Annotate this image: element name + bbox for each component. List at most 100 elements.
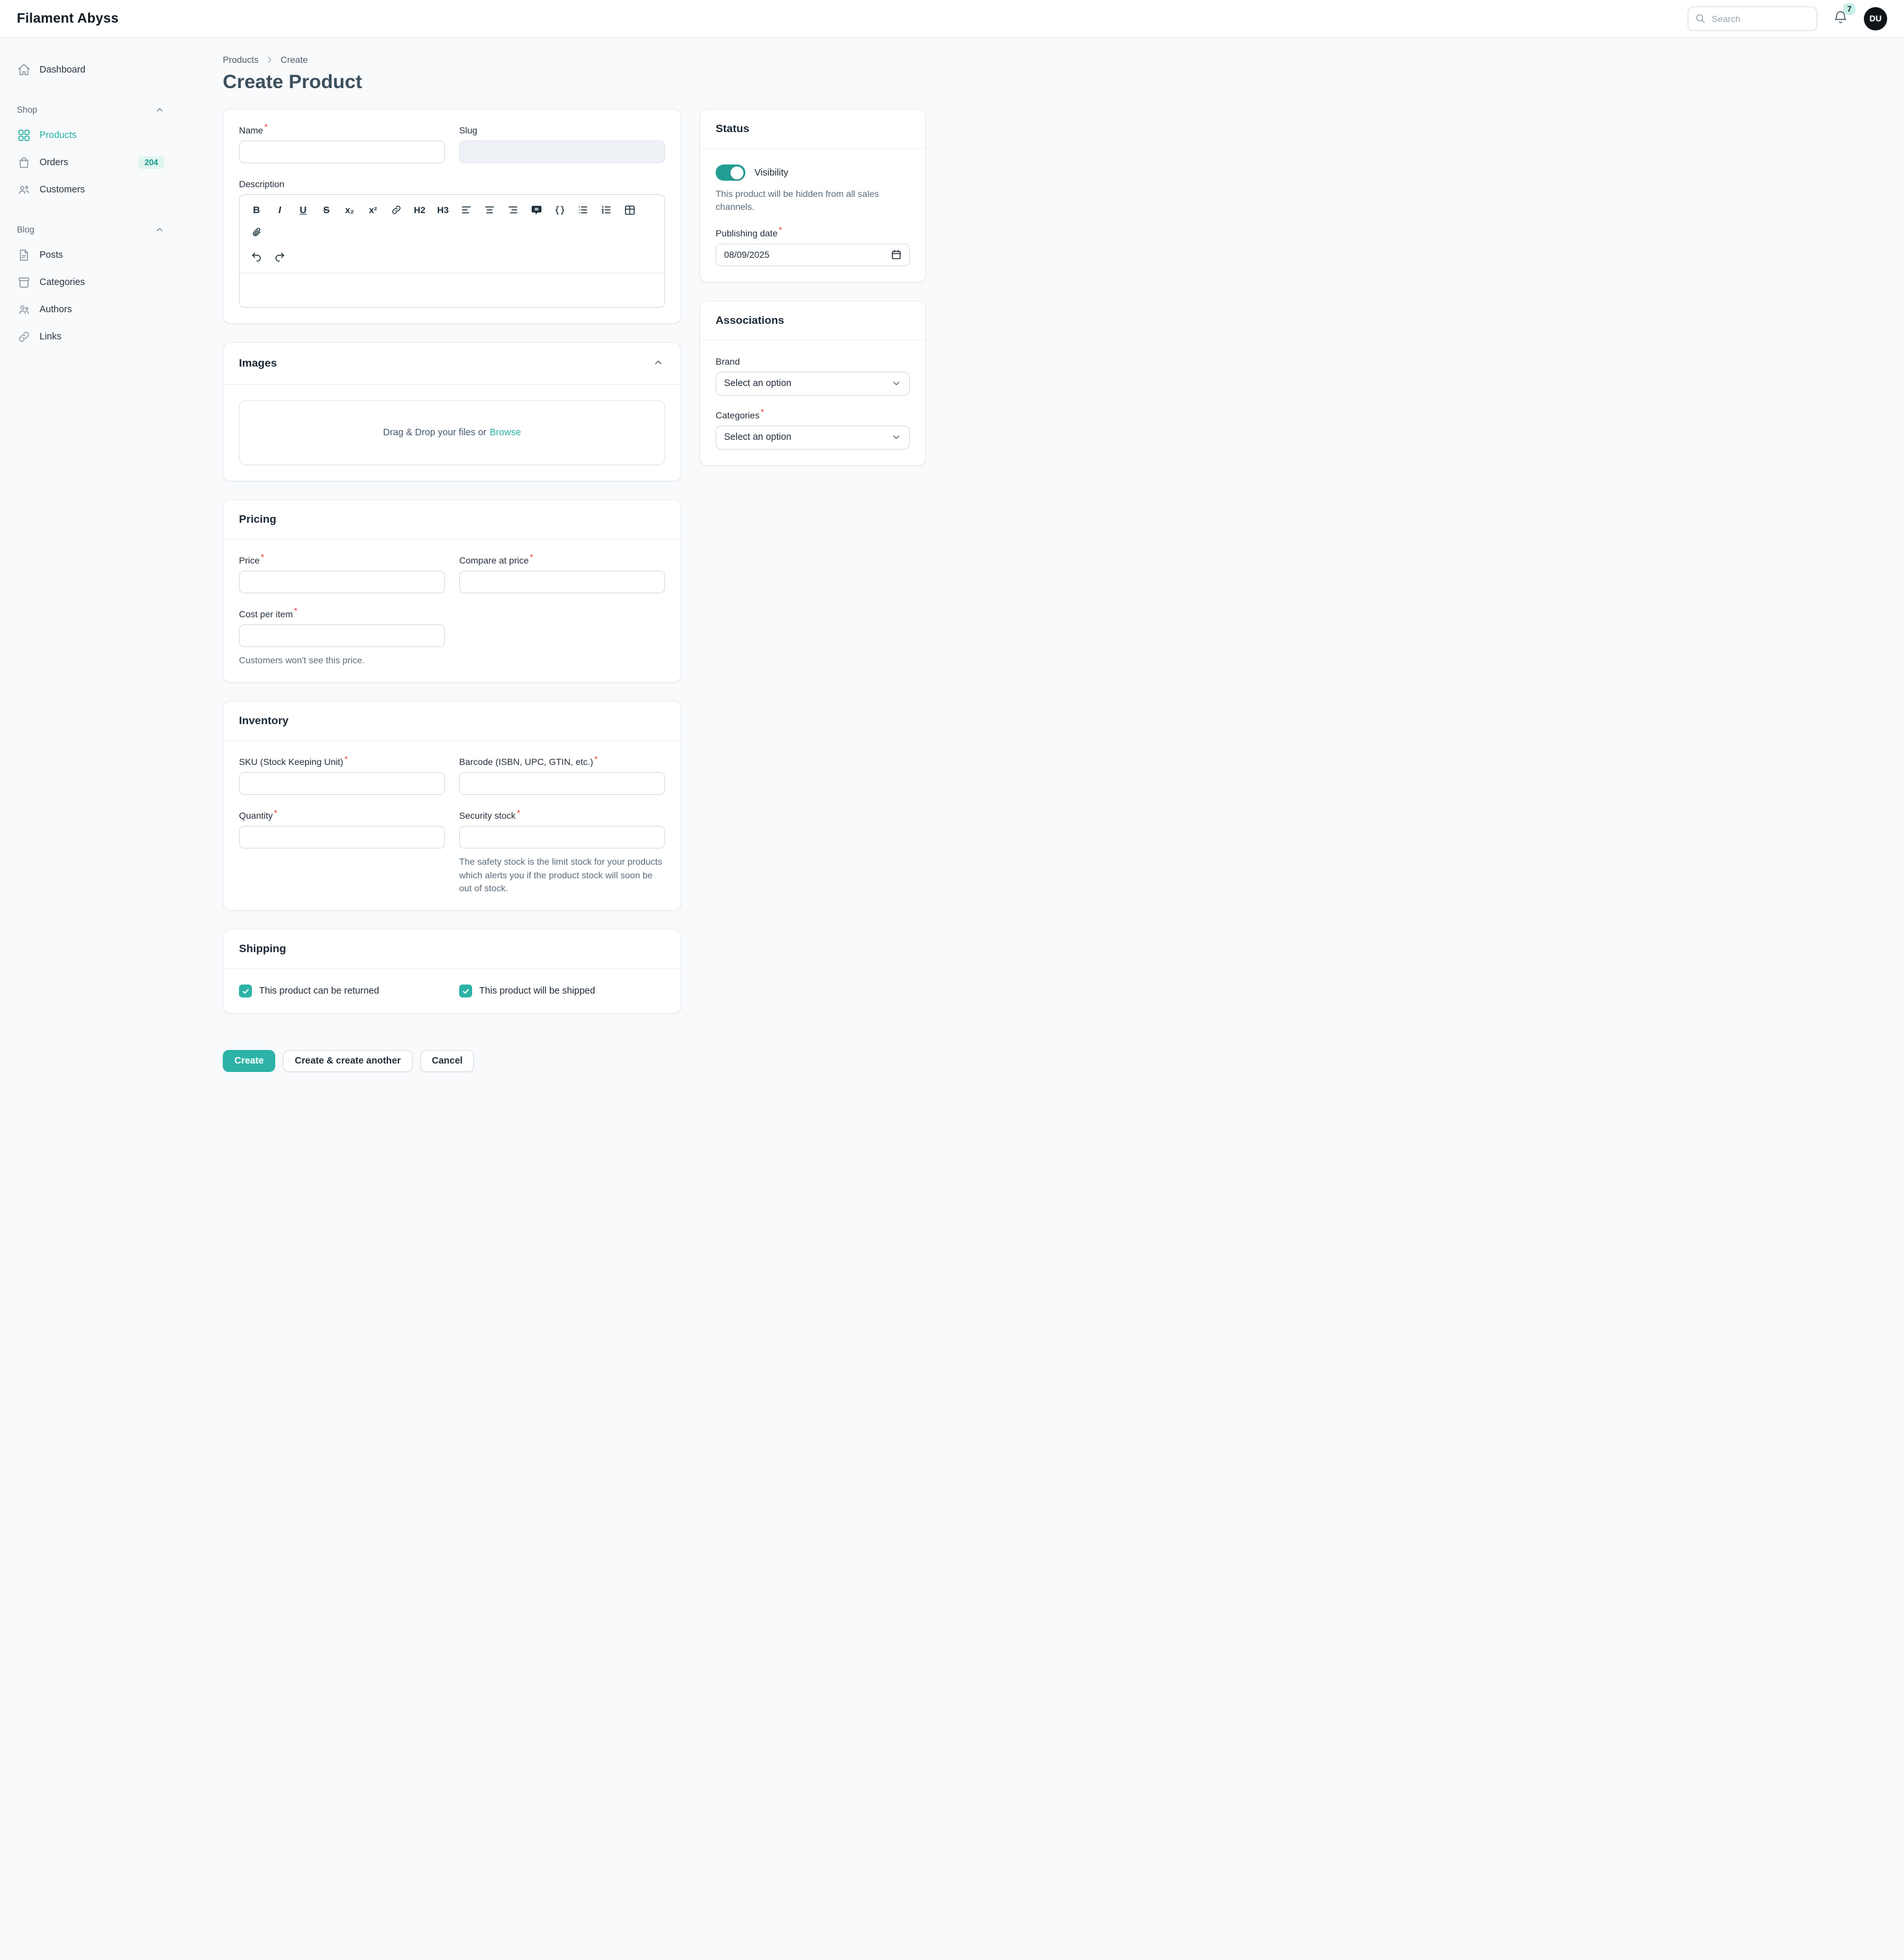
cost-per-item-input[interactable] (239, 624, 445, 647)
attach-file-button[interactable] (246, 222, 267, 242)
heading-2-button[interactable]: H2 (409, 200, 430, 220)
align-center-button[interactable] (479, 200, 500, 220)
sku-input[interactable] (239, 772, 445, 795)
breadcrumb: Products Create (223, 54, 1878, 65)
publishing-date-input[interactable] (716, 244, 910, 266)
form-actions: Create Create & create another Cancel (223, 1050, 681, 1072)
underline-button[interactable]: U (293, 200, 313, 220)
paperclip-icon (251, 226, 263, 238)
calendar-icon[interactable] (890, 249, 902, 264)
shipped-checkbox-row[interactable]: This product will be shipped (459, 985, 665, 997)
link-icon (391, 204, 402, 216)
pricing-title: Pricing (239, 513, 277, 526)
strikethrough-button[interactable]: S (316, 200, 337, 220)
file-dropzone[interactable]: Drag & Drop your files or Browse (239, 400, 665, 465)
user-group-icon (17, 183, 31, 197)
required-marker: * (294, 606, 297, 615)
categories-label: Categories (716, 410, 760, 420)
undo-button[interactable] (246, 247, 267, 266)
bold-button[interactable]: B (246, 200, 267, 220)
returnable-checkbox-label: This product can be returned (259, 986, 379, 996)
brand-select[interactable]: Select an option (716, 372, 910, 396)
compare-at-price-input[interactable] (459, 571, 665, 593)
check-icon (462, 987, 470, 996)
sidebar-group-blog-header[interactable]: Blog (16, 225, 166, 234)
associations-card: Associations Brand Select an option (699, 301, 926, 466)
create-button[interactable]: Create (223, 1050, 275, 1072)
categories-select-value: Select an option (724, 432, 791, 442)
visibility-toggle[interactable] (716, 165, 745, 181)
chevron-up-icon (653, 357, 664, 370)
heading-3-button[interactable]: H3 (433, 200, 453, 220)
cost-per-item-field: Cost per item* Customers won't see this … (239, 609, 445, 667)
blockquote-button[interactable] (526, 200, 547, 220)
sidebar-group-label: Shop (17, 105, 38, 115)
user-avatar[interactable]: DU (1864, 7, 1887, 30)
security-stock-helper-text: The safety stock is the limit stock for … (459, 855, 665, 895)
shipped-checkbox[interactable] (459, 985, 472, 997)
quantity-input[interactable] (239, 826, 445, 849)
shipping-title: Shipping (239, 942, 286, 955)
name-input[interactable] (239, 141, 445, 163)
returnable-checkbox-row[interactable]: This product can be returned (239, 985, 445, 997)
sidebar-item-customers[interactable]: Customers (16, 177, 166, 203)
create-and-create-another-button[interactable]: Create & create another (283, 1050, 413, 1072)
ordered-list-button[interactable] (596, 200, 617, 220)
required-marker: * (530, 553, 533, 562)
security-stock-label: Security stock (459, 810, 516, 821)
code-block-button[interactable] (549, 200, 570, 220)
sidebar-item-products[interactable]: Products (16, 122, 166, 148)
publishing-date-field: Publishing date* (716, 228, 910, 266)
redo-button[interactable] (269, 247, 290, 266)
sidebar-item-label: Posts (40, 250, 63, 260)
sidebar-item-categories[interactable]: Categories (16, 269, 166, 295)
required-marker: * (345, 755, 348, 764)
topbar-actions: 7 DU (1688, 6, 1887, 31)
security-stock-field: Security stock* The safety stock is the … (459, 810, 665, 895)
subscript-button[interactable]: x₂ (339, 200, 360, 220)
sidebar-item-label: Customers (40, 185, 85, 195)
sidebar-item-posts[interactable]: Posts (16, 242, 166, 268)
associations-title: Associations (716, 314, 784, 327)
chevron-up-icon (155, 225, 164, 234)
notifications-button[interactable]: 7 (1831, 8, 1850, 28)
insert-link-button[interactable] (386, 200, 407, 220)
slug-input (459, 141, 665, 163)
sidebar-group-shop-header[interactable]: Shop (16, 105, 166, 115)
italic-button[interactable]: I (269, 200, 290, 220)
align-left-button[interactable] (456, 200, 477, 220)
editor-content-area[interactable] (240, 273, 664, 307)
description-field: Description B I U S x₂ x² (239, 179, 665, 308)
cancel-button[interactable]: Cancel (420, 1050, 475, 1072)
sidebar-item-links[interactable]: Links (16, 324, 166, 350)
sidebar-item-orders[interactable]: Orders 204 (16, 150, 166, 176)
collapse-section-button[interactable] (652, 356, 665, 371)
quantity-field: Quantity* (239, 810, 445, 895)
shopping-bag-icon (17, 155, 31, 170)
price-input[interactable] (239, 571, 445, 593)
security-stock-input[interactable] (459, 826, 665, 849)
archive-box-icon (17, 275, 31, 290)
required-marker: * (261, 553, 264, 562)
returnable-checkbox[interactable] (239, 985, 252, 997)
browse-link[interactable]: Browse (490, 427, 521, 438)
sidebar-item-authors[interactable]: Authors (16, 297, 166, 323)
superscript-button[interactable]: x² (363, 200, 383, 220)
sidebar-item-dashboard[interactable]: Dashboard (16, 57, 166, 83)
sidebar-item-label: Dashboard (40, 65, 85, 75)
name-field: Name* (239, 125, 445, 163)
app-logo[interactable]: Filament Abyss (17, 11, 119, 27)
barcode-label: Barcode (ISBN, UPC, GTIN, etc.) (459, 757, 593, 767)
visibility-toggle-row: Visibility (716, 165, 910, 181)
bullet-list-button[interactable] (572, 200, 593, 220)
barcode-input[interactable] (459, 772, 665, 795)
align-right-button[interactable] (503, 200, 523, 220)
breadcrumb-products[interactable]: Products (223, 54, 258, 65)
insert-table-button[interactable] (619, 200, 640, 220)
search-input[interactable] (1688, 6, 1817, 31)
search-icon (1695, 13, 1706, 27)
link-icon (17, 330, 31, 344)
categories-field: Categories* Select an option (716, 410, 910, 450)
slug-label: Slug (459, 125, 665, 135)
categories-select[interactable]: Select an option (716, 426, 910, 450)
